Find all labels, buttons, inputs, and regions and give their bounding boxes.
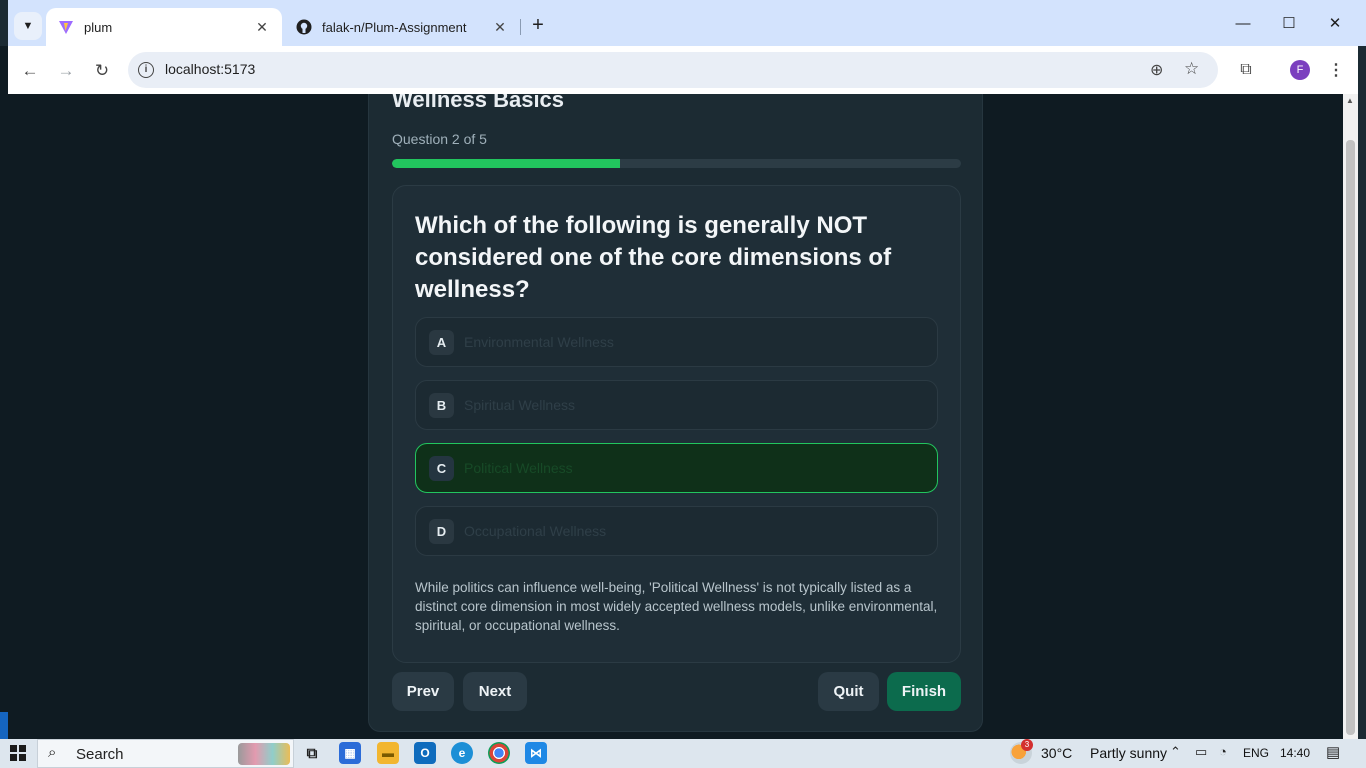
task-view-icon[interactable]: ⧉ (301, 742, 323, 764)
finish-button[interactable]: Finish (887, 672, 961, 711)
option-label: Spiritual Wellness (464, 397, 576, 413)
question-counter: Question 2 of 5 (392, 131, 487, 147)
extensions-icon[interactable]: ⧉ (1234, 58, 1258, 82)
chevron-down-icon: ▼ (22, 20, 34, 32)
url-text[interactable]: localhost:5173 (165, 61, 255, 77)
answer-explanation: While politics can influence well-being,… (415, 580, 938, 633)
option-label: Environmental Wellness (464, 334, 614, 350)
microsoft-store-icon[interactable]: ▦ (339, 742, 361, 764)
windows-taskbar: ⌕ Search ⧉ ▦ ▬ O e ⋈ 3 30°C Partly sunny… (0, 739, 1366, 768)
new-tab-button[interactable]: + (527, 15, 549, 37)
vite-icon (58, 19, 74, 35)
reload-icon[interactable]: ↻ (89, 58, 115, 84)
battery-icon[interactable]: ▭ (1195, 744, 1207, 760)
vscode-icon[interactable]: ⋈ (525, 742, 547, 764)
browser-tab-bar: ▼ plum ✕ falak-n/Plum-Assignment ✕ + — ☐… (0, 0, 1366, 46)
taskbar-search[interactable]: ⌕ Search (37, 739, 294, 768)
weather-temp[interactable]: 30°C (1041, 745, 1072, 761)
chevron-up-icon[interactable]: ⌃ (1170, 744, 1181, 760)
tab-plum[interactable]: plum ✕ (46, 8, 282, 46)
windows-start-icon[interactable] (10, 745, 26, 761)
file-explorer-icon[interactable]: ▬ (377, 742, 399, 764)
close-tab-icon[interactable]: ✕ (254, 19, 270, 36)
notifications-icon[interactable]: ▤ (1326, 743, 1340, 761)
prev-button[interactable]: Prev (392, 672, 454, 711)
question-panel: Which of the following is generally NOT … (392, 185, 961, 663)
option-c[interactable]: C Political Wellness (415, 443, 938, 493)
site-info-icon[interactable]: i (138, 62, 154, 78)
scroll-up-icon[interactable]: ▲ (1346, 96, 1354, 105)
back-arrow-icon[interactable]: ← (17, 58, 43, 84)
desktop-edge (0, 46, 8, 739)
menu-kebab-icon[interactable]: ⋮ (1324, 58, 1348, 82)
chrome-icon[interactable] (482, 739, 516, 768)
option-label: Political Wellness (464, 460, 573, 476)
forward-arrow-icon[interactable]: → (53, 58, 79, 84)
option-d[interactable]: D Occupational Wellness (415, 506, 938, 556)
scrollbar-thumb[interactable] (1346, 140, 1355, 735)
search-highlight-image (238, 743, 290, 765)
github-icon (296, 19, 312, 35)
next-button[interactable]: Next (463, 672, 527, 711)
profile-avatar[interactable]: F (1290, 60, 1310, 80)
outlook-icon[interactable]: O (414, 742, 436, 764)
weather-badge: 3 (1021, 739, 1033, 751)
tab-divider (520, 19, 521, 35)
progress-bar (392, 159, 961, 168)
option-letter: D (429, 518, 454, 544)
edge-icon[interactable]: e (451, 742, 473, 764)
quiz-card: Wellness Basics Question 2 of 5 Which of… (368, 94, 983, 732)
taskbar-search-label: Search (76, 746, 124, 763)
minimize-button[interactable]: — (1220, 0, 1266, 46)
language-indicator[interactable]: ENG (1243, 746, 1269, 760)
question-text: Which of the following is generally NOT … (415, 212, 892, 303)
progress-fill (392, 159, 620, 168)
close-window-button[interactable]: ✕ (1312, 0, 1358, 46)
close-tab-icon[interactable]: ✕ (492, 19, 508, 36)
page-scrollbar[interactable]: ▲ (1343, 94, 1358, 739)
search-icon: ⌕ (48, 744, 57, 761)
tab-title: falak-n/Plum-Assignment (322, 19, 467, 35)
tab-search-button[interactable]: ▼ (14, 12, 42, 40)
page-viewport: Wellness Basics Question 2 of 5 Which of… (8, 94, 1343, 739)
clock[interactable]: 14:40 (1280, 746, 1310, 760)
weather-condition[interactable]: Partly sunny (1090, 745, 1167, 761)
option-letter: B (429, 392, 454, 418)
tab-github[interactable]: falak-n/Plum-Assignment ✕ (284, 8, 520, 46)
quit-button[interactable]: Quit (818, 672, 879, 711)
address-bar[interactable]: i localhost:5173 ⊕ ☆ (128, 52, 1218, 88)
tab-title: plum (84, 19, 113, 35)
option-letter: C (429, 455, 454, 481)
option-label: Occupational Wellness (464, 523, 607, 539)
desktop-edge (1358, 46, 1366, 739)
bookmark-star-icon[interactable]: ☆ (1184, 59, 1199, 79)
zoom-icon[interactable]: ⊕ (1150, 60, 1163, 80)
browser-toolbar: ← → ↻ i localhost:5173 ⊕ ☆ ⧉ F ⋮ (8, 46, 1358, 94)
option-b[interactable]: B Spiritual Wellness (415, 380, 938, 430)
quiz-title: Wellness Basics (392, 94, 565, 112)
option-a[interactable]: A Environmental Wellness (415, 317, 938, 367)
wifi-icon[interactable]: ◔ (1219, 744, 1227, 759)
maximize-button[interactable]: ☐ (1266, 0, 1312, 46)
option-letter: A (429, 329, 454, 355)
